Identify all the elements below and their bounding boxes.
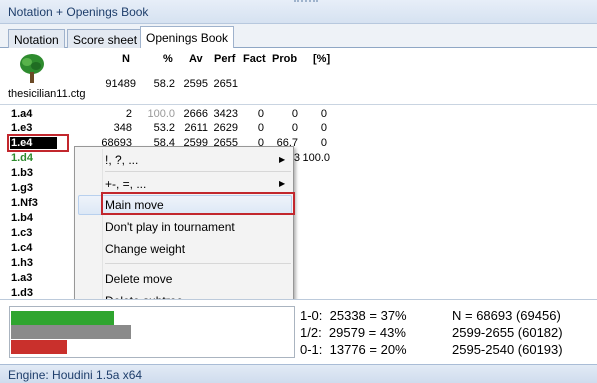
context-menu[interactable]: !, ?, ... ▶ +-, =, ... ▶ Main move Don't…	[74, 146, 294, 314]
result-bar-loss	[11, 340, 67, 354]
summary-pct: 58.2	[153, 78, 175, 90]
cell-prob: 0	[291, 122, 298, 134]
result-bar-draw	[11, 325, 131, 339]
tab-notation[interactable]: Notation	[8, 29, 65, 48]
games-count-text: N = 68693 (69456)	[452, 308, 561, 323]
move-label: 1.h3	[11, 257, 34, 269]
result-loss-text: 0-1: 13776 = 20%	[300, 342, 407, 357]
cell-z: 0	[320, 108, 327, 120]
tab-score-sheet[interactable]: Score sheet	[67, 29, 144, 48]
table-row[interactable]: 1.e3 348 53.2 2611 2629 0 0 0	[0, 122, 597, 135]
col-header-prob[interactable]: Prob	[272, 53, 297, 65]
menu-item-annotation[interactable]: !, ?, ...	[105, 153, 138, 167]
move-label: 1.e3	[11, 122, 33, 134]
cell-prob: 0	[291, 108, 298, 120]
tab-strip: Notation Score sheet Openings Book	[0, 24, 597, 49]
summary-perf: 2651	[213, 78, 238, 90]
result-stats: 1-0: 25338 = 37% 1/2: 29579 = 43% 0-1: 1…	[0, 299, 597, 362]
cell-fact: 0	[257, 108, 264, 120]
cell-n: 2	[125, 108, 132, 120]
cell-n: 348	[113, 122, 132, 134]
move-label: 1.Nf3	[11, 197, 38, 209]
drag-grip[interactable]	[294, 0, 318, 4]
move-label: 1.c3	[11, 227, 33, 239]
menu-item-evaluation[interactable]: +-, =, ...	[105, 177, 146, 191]
highlight-box-main-move	[101, 192, 295, 215]
menu-separator	[105, 263, 291, 264]
book-file-name: thesicilian11.ctg	[8, 88, 86, 100]
cell-perf: 3423	[213, 108, 238, 120]
engine-status: Engine: Houdini 1.5a x64	[8, 368, 143, 382]
move-label: 1.d3	[11, 287, 34, 299]
move-label: 1.d4	[11, 152, 34, 164]
triangle-right-icon: ▶	[279, 179, 286, 188]
move-label: 1.a4	[11, 108, 33, 120]
col-header-perf[interactable]: Perf	[214, 53, 235, 65]
menu-separator	[105, 171, 291, 172]
col-header-pct[interactable]: %	[163, 53, 173, 65]
cell-pct: 100.0	[147, 108, 175, 120]
move-label: 1.c4	[11, 242, 33, 254]
cell-z: 0	[320, 137, 327, 149]
move-label: 1.b3	[11, 167, 34, 179]
move-label: 1.b4	[11, 212, 34, 224]
result-bar-win	[11, 311, 114, 325]
menu-item-dont-play-tournament[interactable]: Don't play in tournament	[105, 220, 235, 234]
highlight-box-e4	[7, 134, 69, 152]
menu-item-change-weight[interactable]: Change weight	[105, 242, 185, 256]
status-bar: Engine: Houdini 1.5a x64	[0, 364, 597, 383]
cell-z: 0	[320, 122, 327, 134]
panel-titlebar[interactable]: Notation + Openings Book	[0, 0, 597, 24]
rating-white-text: 2599-2655 (60182)	[452, 325, 563, 340]
table-row[interactable]: 1.a4 2 100.0 2666 3423 0 0 0	[0, 108, 597, 121]
tree-icon	[20, 54, 44, 83]
tab-openings-book[interactable]: Openings Book	[140, 26, 235, 49]
col-header-z[interactable]: [%]	[313, 53, 330, 65]
move-label: 1.g3	[11, 182, 34, 194]
summary-av: 2595	[183, 78, 208, 90]
menu-item-delete-move[interactable]: Delete move	[105, 272, 172, 286]
col-header-av[interactable]: Av	[189, 53, 203, 65]
result-draw-text: 1/2: 29579 = 43%	[300, 325, 406, 340]
rating-black-text: 2595-2540 (60193)	[452, 342, 563, 357]
cell-perf: 2629	[213, 122, 238, 134]
panel-title: Notation + Openings Book	[8, 5, 149, 19]
result-win-text: 1-0: 25338 = 37%	[300, 308, 407, 323]
col-header-n[interactable]: N	[122, 53, 130, 65]
header-divider	[0, 104, 597, 105]
summary-n: 91489	[105, 78, 136, 90]
triangle-right-icon: ▶	[279, 155, 286, 164]
menu-icon-gutter	[102, 149, 103, 311]
col-header-fact[interactable]: Fact	[243, 53, 266, 65]
cell-z: 100.0	[302, 152, 330, 164]
move-label: 1.a3	[11, 272, 33, 284]
cell-pct: 53.2	[153, 122, 175, 134]
cell-fact: 0	[257, 122, 264, 134]
cell-av: 2611	[184, 122, 208, 134]
cell-av: 2666	[183, 108, 208, 120]
